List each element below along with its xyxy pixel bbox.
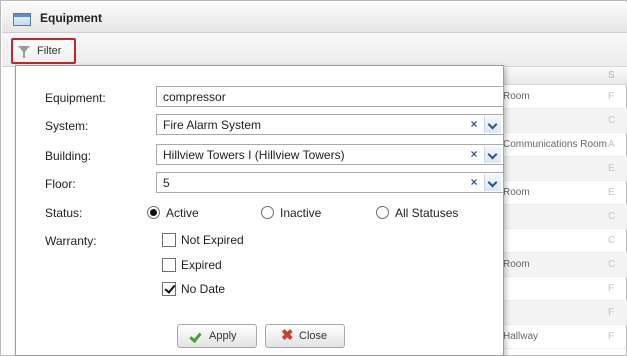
table-row[interactable]: Room F <box>491 85 627 109</box>
floor-value: 5 <box>163 176 170 190</box>
row-location: Communications Room <box>503 139 607 150</box>
chevron-down-icon[interactable] <box>484 116 501 133</box>
warranty-not-expired-checkbox[interactable] <box>162 233 176 247</box>
warranty-expired-label: Expired <box>181 258 222 272</box>
warranty-no-date-label: No Date <box>181 282 226 296</box>
row-status: C <box>608 235 616 246</box>
title-bar: Equipment <box>2 2 627 33</box>
window-icon <box>13 13 31 26</box>
close-button-label: Close <box>299 330 328 342</box>
status-all-radio[interactable] <box>376 206 389 219</box>
row-status: C <box>608 211 616 222</box>
close-icon: ✖ <box>281 327 294 344</box>
warranty-no-date-checkbox[interactable] <box>162 282 176 296</box>
floor-select[interactable]: 5 × <box>156 172 504 193</box>
check-icon <box>189 330 202 343</box>
table-row[interactable]: Communications Room A <box>491 133 627 157</box>
building-value: Hillview Towers I (Hillview Towers) <box>163 148 345 162</box>
table-row[interactable]: C <box>491 109 627 133</box>
status-inactive-label: Inactive <box>280 206 322 220</box>
row-location: Hallway <box>503 331 539 342</box>
equipment-label: Equipment: <box>45 91 106 105</box>
table-row[interactable]: Room C <box>491 253 627 277</box>
table-row[interactable]: E <box>491 157 627 181</box>
table-row[interactable]: Room E <box>491 181 627 205</box>
table-row[interactable]: C <box>491 229 627 253</box>
row-location: Room <box>503 91 530 102</box>
system-value: Fire Alarm System <box>163 118 262 132</box>
row-status: F <box>608 283 615 294</box>
filter-panel: Equipment: compressor System: Fire Alarm… <box>15 65 504 356</box>
equipment-value: compressor <box>163 90 226 104</box>
status-active-radio[interactable] <box>147 206 160 219</box>
building-select[interactable]: Hillview Towers I (Hillview Towers) × <box>156 144 504 165</box>
table-row[interactable]: C <box>491 205 627 229</box>
clear-icon[interactable]: × <box>466 174 482 191</box>
chevron-down-icon[interactable] <box>484 174 501 191</box>
status-all-label: All Statuses <box>395 206 459 220</box>
table-row[interactable]: F <box>491 301 627 325</box>
clear-icon[interactable]: × <box>466 146 482 163</box>
filter-button[interactable]: Filter <box>11 38 76 64</box>
chevron-down-icon[interactable] <box>484 146 501 163</box>
system-label: System: <box>45 119 89 133</box>
warranty-label: Warranty: <box>45 234 97 248</box>
row-location: Room <box>503 259 530 270</box>
row-location: Room <box>503 187 530 198</box>
warranty-expired-checkbox[interactable] <box>162 258 176 272</box>
toolbar: Filter <box>2 33 627 67</box>
grid-header: S <box>491 67 627 85</box>
filter-button-label: Filter <box>37 45 62 57</box>
grid-header-status: S <box>608 70 615 81</box>
floor-label: Floor: <box>45 177 76 191</box>
row-status: C <box>608 259 616 270</box>
building-label: Building: <box>45 149 92 163</box>
status-label: Status: <box>45 206 83 220</box>
row-status: F <box>608 91 615 102</box>
system-select[interactable]: Fire Alarm System × <box>156 114 504 135</box>
table-row[interactable]: F <box>491 277 627 301</box>
row-status: F <box>608 331 615 342</box>
window-title: Equipment <box>40 11 102 25</box>
apply-button[interactable]: Apply <box>177 324 257 348</box>
warranty-not-expired-label: Not Expired <box>181 233 244 247</box>
table-row[interactable]: Hallway F <box>491 325 627 349</box>
apply-button-label: Apply <box>209 330 237 342</box>
close-button[interactable]: ✖ Close <box>265 324 345 348</box>
equipment-field[interactable]: compressor <box>156 86 504 107</box>
row-status: F <box>608 307 615 318</box>
row-status: C <box>608 115 616 126</box>
row-status: E <box>608 187 615 198</box>
equipment-grid: S Room F C Communications Room A E Room … <box>491 67 627 356</box>
row-status: E <box>608 163 615 174</box>
status-inactive-radio[interactable] <box>261 206 274 219</box>
row-status: A <box>608 139 615 150</box>
equipment-window: Equipment Filter S Room F C Communicatio… <box>0 0 627 356</box>
funnel-icon-stem <box>23 52 25 58</box>
status-active-label: Active <box>166 206 199 220</box>
clear-icon[interactable]: × <box>466 116 482 133</box>
